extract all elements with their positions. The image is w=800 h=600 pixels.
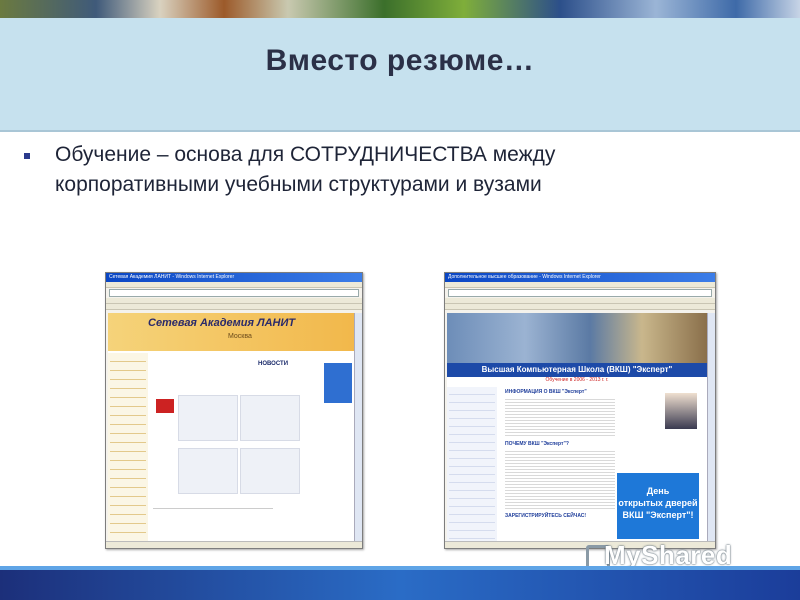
screenshot-lanit-academy: Сетевая Академия ЛАНИТ - Windows Interne…	[105, 272, 363, 549]
site-banner: Высшая Компьютерная Школа (ВКШ) "Эксперт…	[447, 363, 707, 377]
ad-line-2: открытых дверей	[618, 498, 698, 508]
content-block	[178, 448, 238, 494]
web-page: Сетевая Академия ЛАНИТ Москва НОВОСТИ	[108, 313, 354, 541]
site-header-photos	[447, 313, 707, 363]
site-nav	[108, 353, 148, 541]
slide-title: Вместо резюме…	[265, 44, 535, 77]
bullet-line-2: корпоративными учебными структурами и ву…	[55, 173, 542, 196]
timeline-chart	[153, 508, 273, 541]
site-city: Москва	[228, 333, 252, 340]
bottom-decorative-band	[0, 570, 800, 600]
status-bar	[106, 541, 362, 548]
window-title-bar: Сетевая Академия ЛАНИТ - Windows Interne…	[106, 273, 362, 282]
open-day-ad: День открытых дверей ВКШ "Эксперт"!	[617, 473, 699, 539]
section-info-heading: ИНФОРМАЦИЯ О ВКШ "Эксперт"	[505, 389, 587, 395]
ad-line-1: День	[646, 486, 670, 496]
text-block	[505, 449, 615, 509]
web-page: Высшая Компьютерная Школа (ВКШ) "Эксперт…	[447, 313, 707, 541]
address-bar	[109, 289, 359, 297]
content-block	[178, 395, 238, 441]
bullet-square-icon	[24, 153, 30, 159]
portrait-photo	[665, 393, 697, 429]
bullet-text: Обучение – основа для СОТРУДНИЧЕСТВА меж…	[55, 140, 755, 200]
browser-toolbar-3	[445, 304, 715, 310]
title-divider	[0, 130, 800, 132]
window-title-bar: Дополнительное высшее образование - Wind…	[445, 273, 715, 282]
section-register-heading: ЗАРЕГИСТРИРУЙТЕСЬ СЕЙЧАС!	[505, 513, 587, 519]
bullet-line-1: Обучение – основа для СОТРУДНИЧЕСТВА меж…	[55, 143, 556, 166]
ad-line-3: ВКШ "Эксперт"!	[622, 510, 694, 520]
browser-toolbar	[106, 282, 362, 288]
section-why-heading: ПОЧЕМУ ВКШ "Эксперт"?	[505, 441, 569, 447]
address-bar	[448, 289, 712, 297]
content-block	[240, 448, 300, 494]
content-block	[240, 395, 300, 441]
scrollbar	[707, 313, 715, 541]
site-sub-banner: Обучение в 2006 - 2013 г. г.	[545, 377, 609, 383]
site-name: Сетевая Академия ЛАНИТ	[148, 317, 296, 329]
cisco-logo-icon	[156, 399, 174, 413]
screenshot-vksh-expert: Дополнительное высшее образование - Wind…	[444, 272, 716, 549]
top-decorative-band	[0, 0, 800, 18]
text-block	[505, 397, 615, 437]
site-nav	[447, 387, 497, 541]
browser-toolbar-3	[106, 304, 362, 310]
promo-block	[324, 363, 352, 403]
browser-toolbar	[445, 282, 715, 288]
news-heading: НОВОСТИ	[258, 361, 289, 367]
scrollbar	[354, 313, 362, 541]
